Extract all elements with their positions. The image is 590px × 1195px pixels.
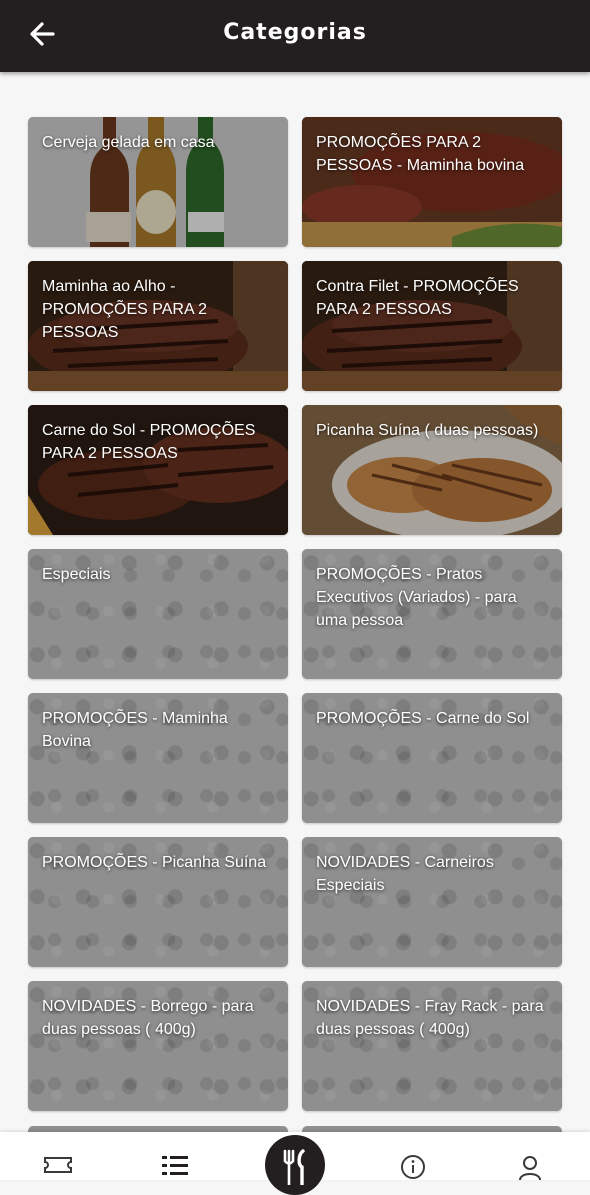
- user-icon: [519, 1156, 541, 1180]
- nav-info[interactable]: [393, 1154, 433, 1180]
- category-label: Picanha Suína ( duas pessoas): [316, 422, 539, 439]
- category-label: NOVIDADES - Carneiros Especiais: [316, 854, 494, 894]
- category-label: PROMOÇÕES - Maminha Bovina: [42, 710, 228, 750]
- category-card-promocoes-carne-do-sol[interactable]: PROMOÇÕES - Carne do Sol: [302, 693, 562, 823]
- category-label: Maminha ao Alho - PROMOÇÕES PARA 2 PESSO…: [42, 278, 208, 341]
- category-card-picanha-suina-duas-pessoas[interactable]: Picanha Suína ( duas pessoas): [302, 405, 562, 535]
- category-card-novidades-borrego-para-duas-pessoas-400g[interactable]: NOVIDADES - Borrego - para duas pessoas …: [28, 981, 288, 1111]
- category-label: PROMOÇÕES PARA 2 PESSOAS - Maminha bovin…: [316, 134, 525, 174]
- category-card-novidades-fray-rack-para-duas-pessoas-40[interactable]: NOVIDADES - Fray Rack - para duas pessoa…: [302, 981, 562, 1111]
- category-card-novidades-carneiros-especiais[interactable]: NOVIDADES - Carneiros Especiais: [302, 837, 562, 967]
- category-card-contra-filet-promocoes-para-2-pessoas[interactable]: Contra Filet - PROMOÇÕES PARA 2 PESSOAS: [302, 261, 562, 391]
- ticket-icon: [44, 1157, 72, 1173]
- nav-profile[interactable]: [510, 1154, 550, 1180]
- category-card-especiais[interactable]: Especiais: [28, 549, 288, 679]
- category-label: PROMOÇÕES - Carne do Sol: [316, 710, 530, 727]
- category-card-promocoes-maminha-bovina[interactable]: PROMOÇÕES - Maminha Bovina: [28, 693, 288, 823]
- nav-categories[interactable]: [155, 1154, 195, 1180]
- category-label: NOVIDADES - Fray Rack - para duas pessoa…: [316, 998, 544, 1038]
- category-card-promocoes-pratos-executivos-variados-par[interactable]: PROMOÇÕES - Pratos Executivos (Variados)…: [302, 549, 562, 679]
- category-grid: Cerveja gelada em casa PROMOÇÕES PARA 2 P…: [28, 117, 562, 1111]
- category-label: Contra Filet - PROMOÇÕES PARA 2 PESSOAS: [316, 278, 519, 318]
- info-icon: [401, 1155, 425, 1179]
- category-list[interactable]: Cerveja gelada em casa PROMOÇÕES PARA 2 P…: [0, 72, 590, 1132]
- nav-menu-button[interactable]: [265, 1135, 325, 1195]
- category-label: Especiais: [42, 566, 111, 583]
- page-title: Categorias: [223, 20, 367, 45]
- category-card-carne-do-sol-promocoes-para-2-pessoas[interactable]: Carne do Sol - PROMOÇÕES PARA 2 PESSOAS: [28, 405, 288, 535]
- category-card-cerveja-gelada-em-casa[interactable]: Cerveja gelada em casa: [28, 117, 288, 247]
- category-label: NOVIDADES - Borrego - para duas pessoas …: [42, 998, 254, 1038]
- category-label: Cerveja gelada em casa: [42, 134, 215, 151]
- top-app-bar: Categorias: [0, 0, 590, 72]
- category-card-promocoes-picanha-suina[interactable]: PROMOÇÕES - Picanha Suína: [28, 837, 288, 967]
- list-icon: [162, 1156, 188, 1175]
- category-label: Carne do Sol - PROMOÇÕES PARA 2 PESSOAS: [42, 422, 256, 462]
- category-card-maminha-ao-alho-promocoes-para-2-pessoas[interactable]: Maminha ao Alho - PROMOÇÕES PARA 2 PESSO…: [28, 261, 288, 391]
- category-card-promocoes-para-2-pessoas-maminha-bovina[interactable]: PROMOÇÕES PARA 2 PESSOAS - Maminha bovin…: [302, 117, 562, 247]
- nav-tickets[interactable]: [38, 1154, 78, 1180]
- category-label: PROMOÇÕES - Pratos Executivos (Variados)…: [316, 566, 517, 629]
- category-label: PROMOÇÕES - Picanha Suína: [42, 854, 267, 871]
